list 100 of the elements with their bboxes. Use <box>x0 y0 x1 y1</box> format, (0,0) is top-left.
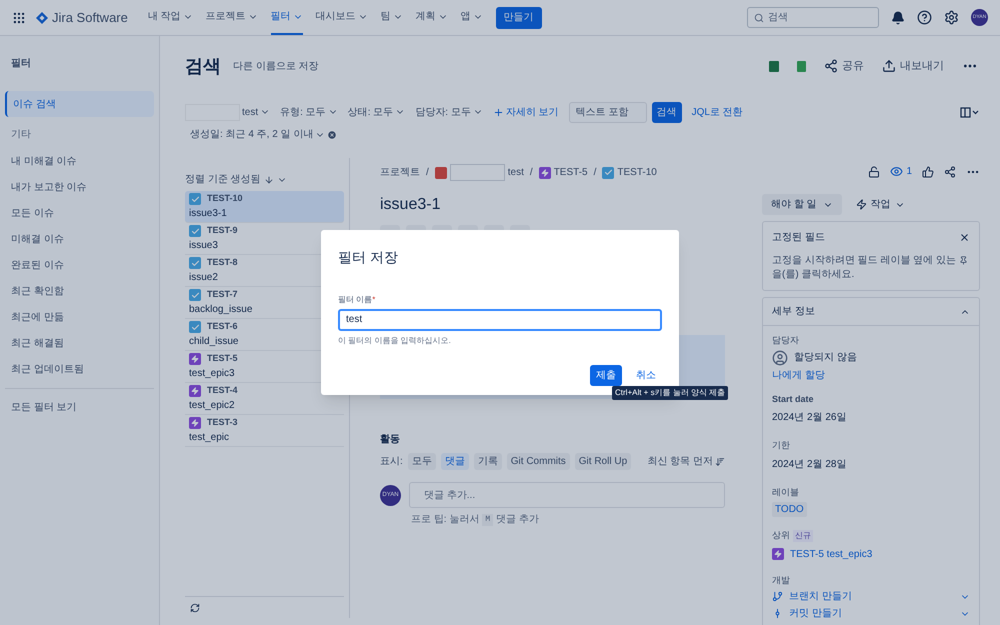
dev-link[interactable]: 브랜치 만들기 <box>789 589 852 604</box>
sidebar-item[interactable]: 모든 이슈 <box>5 200 154 226</box>
settings-icon[interactable] <box>944 10 959 25</box>
jql-link[interactable]: JQL로 전환 <box>692 104 743 120</box>
sidebar-item[interactable]: 이슈 검색 <box>5 91 154 117</box>
thumbs-up-icon[interactable] <box>922 166 934 178</box>
issue-key: TEST-10 <box>207 192 243 206</box>
breadcrumb-link[interactable]: test <box>508 165 524 180</box>
sidebar-item[interactable]: 내가 보고한 이슈 <box>5 174 154 200</box>
sort-order-button[interactable]: 최신 항목 먼저 <box>647 454 725 469</box>
sidebar-item[interactable]: 내 미해결 이슈 <box>5 148 154 174</box>
required-mark: * <box>372 294 376 306</box>
share-icon[interactable] <box>944 166 956 178</box>
issue-summary: issue3 <box>189 238 219 253</box>
activity-tab[interactable]: 모두 <box>408 453 436 470</box>
sidebar-item[interactable]: 미해결 이슈 <box>5 226 154 252</box>
nav-menu[interactable]: 내 작업 <box>148 0 193 35</box>
breadcrumb-separator: / <box>594 166 596 180</box>
lightning-icon <box>856 199 867 210</box>
issue-list-item[interactable]: TEST-3 test_epic <box>185 415 344 447</box>
app-name[interactable]: Jira Software <box>52 8 128 28</box>
issue-summary: test_epic2 <box>189 398 236 413</box>
field-label: 담당자 <box>772 334 800 347</box>
task-icon <box>189 321 201 333</box>
sidebar-item[interactable]: 최근에 만듦 <box>5 304 154 330</box>
assign-to-me-link[interactable]: 나에게 할당 <box>772 368 825 382</box>
nav-menu[interactable]: 필터 <box>270 0 303 35</box>
filter-dropdown[interactable]: 유형: 모두 <box>280 104 338 120</box>
nav-menu[interactable]: 앱 <box>460 0 483 35</box>
submit-button[interactable]: 제출 <box>590 364 622 386</box>
filter-name-input[interactable]: test <box>338 308 662 330</box>
clear-icon[interactable] <box>327 130 338 140</box>
breadcrumb-link[interactable]: TEST-10 <box>617 165 657 180</box>
project-filter[interactable]: test <box>242 104 270 120</box>
save-as-link[interactable]: 다른 이름으로 저장 <box>233 58 319 74</box>
card-title: 세부 정보 <box>772 305 815 319</box>
activity-tab[interactable]: 기록 <box>474 453 502 470</box>
breadcrumb-link[interactable]: TEST-5 <box>554 165 588 180</box>
sidebar-item[interactable]: 완료된 이슈 <box>5 252 154 278</box>
search-icon <box>754 12 764 22</box>
branch-icon <box>772 591 783 602</box>
share-button[interactable]: 공유 <box>824 58 864 74</box>
text-search-field[interactable]: 텍스트 포함 <box>568 102 647 122</box>
redaction-block <box>450 164 505 181</box>
dev-link[interactable]: 커밋 만들기 <box>789 606 842 621</box>
activity-tab[interactable]: Git Commits <box>506 453 570 470</box>
sort-arrow-icon[interactable] <box>264 174 274 184</box>
sheet-icon[interactable] <box>797 60 806 72</box>
app-switcher-icon[interactable] <box>12 10 26 24</box>
view-toggle-icon[interactable] <box>960 106 980 118</box>
search-button[interactable]: 검색 <box>652 102 682 122</box>
field-value: 2024년 2월 28일 <box>772 458 848 472</box>
export-button[interactable]: 내보내기 <box>882 58 944 74</box>
task-icon <box>189 257 201 269</box>
cancel-button[interactable]: 취소 <box>630 364 662 386</box>
search-field[interactable]: 검색 <box>747 7 879 28</box>
filter-dropdown[interactable]: 상태: 모두 <box>348 104 406 120</box>
sidebar-item[interactable]: 최근 확인함 <box>5 278 154 304</box>
task-icon <box>189 225 201 237</box>
lightning-icon <box>538 166 551 178</box>
notification-icon[interactable] <box>891 10 905 24</box>
nav-menu[interactable]: 프로젝트 <box>206 0 258 35</box>
parent-link[interactable]: TEST-5 test_epic3 <box>790 546 872 562</box>
lock-icon[interactable] <box>868 166 880 178</box>
sidebar-item[interactable]: 최근 해결됨 <box>5 330 154 356</box>
nav-menu[interactable]: 계획 <box>416 0 448 35</box>
nav-menu[interactable]: 대시보드 <box>316 0 368 35</box>
eye-icon[interactable] <box>890 165 904 178</box>
activity-tab[interactable]: 댓글 <box>440 453 469 470</box>
issue-summary: issue2 <box>189 270 219 285</box>
sidebar-title: 필터 <box>10 57 32 71</box>
activity-tab[interactable]: Git Roll Up <box>574 453 632 470</box>
action-dropdown[interactable]: 작업 <box>850 194 911 215</box>
breadcrumb-link[interactable]: 프로젝트 <box>380 165 420 180</box>
sidebar-item[interactable]: 모든 필터 보기 <box>5 395 154 419</box>
sidebar-item[interactable]: 최근 업데이트됨 <box>5 356 154 382</box>
issue-list-item[interactable]: TEST-10 issue3-1 <box>185 191 344 223</box>
nav-menu[interactable]: 팀 <box>380 0 403 35</box>
plus-icon <box>492 106 504 118</box>
sort-label: 정렬 기준 생성됨 <box>185 173 261 187</box>
new-badge: 신규 <box>793 530 813 542</box>
help-icon[interactable] <box>917 10 932 25</box>
issue-summary: child_issue <box>189 334 240 349</box>
created-filter[interactable]: 생성일: 최근 4 주, 2 일 이내 <box>190 127 326 142</box>
tooltip: Ctrl+Alt + s키를 눌러 양식 제출 <box>612 386 728 400</box>
spreadsheet-icon[interactable] <box>769 60 779 72</box>
issue-summary: test_epic <box>189 430 230 445</box>
comment-field[interactable]: 댓글 추가... <box>409 482 725 508</box>
page-title: 검색 <box>185 54 221 78</box>
more-filters-link[interactable]: 자세히 보기 <box>492 104 559 120</box>
status-dropdown[interactable]: 해야 할 일 <box>762 194 842 215</box>
label-tag[interactable]: TODO <box>772 502 807 517</box>
close-icon[interactable] <box>959 232 970 243</box>
field-label: 레이블 <box>772 486 800 498</box>
filter-dropdown[interactable]: 담당자: 모두 <box>415 104 483 120</box>
sort-icon <box>715 456 725 466</box>
breadcrumb-separator: / <box>426 166 429 180</box>
refresh-icon[interactable] <box>190 602 200 612</box>
section-heading: 기타 <box>10 128 32 142</box>
create-button[interactable]: 만들기 <box>496 6 542 28</box>
